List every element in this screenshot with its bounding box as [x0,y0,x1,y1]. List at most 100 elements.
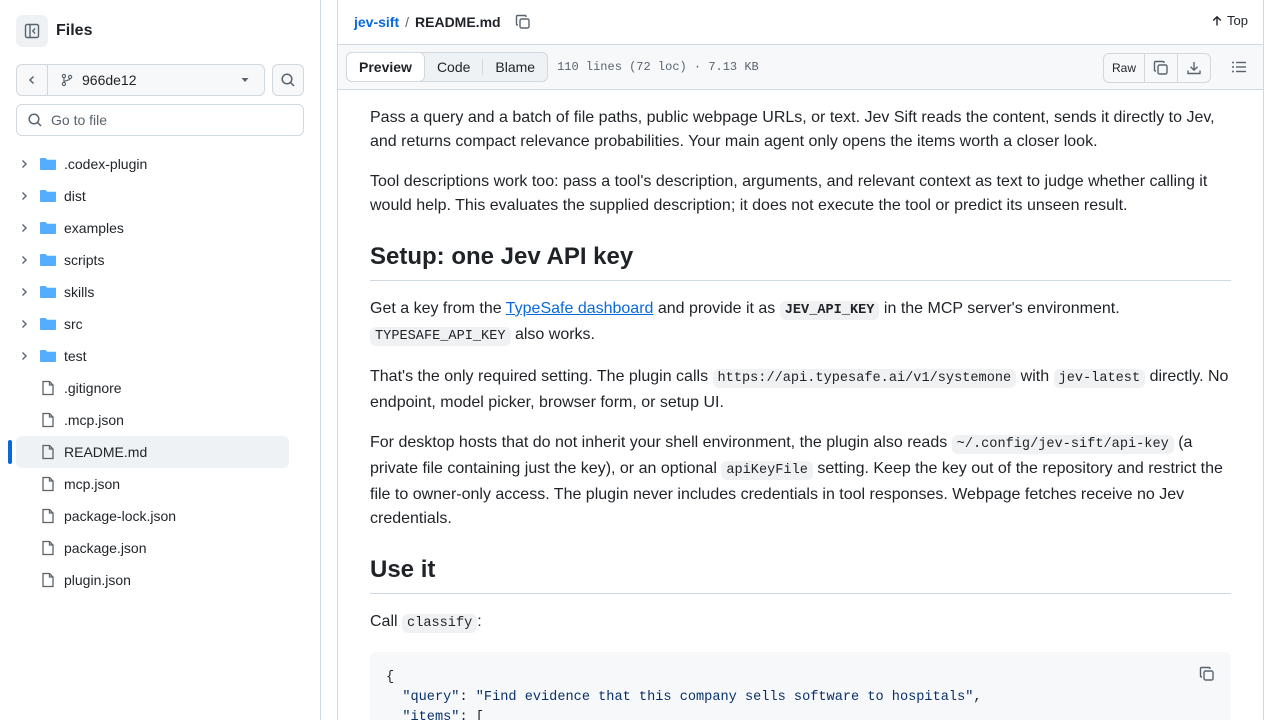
copy-icon [1153,60,1168,75]
tree-folder[interactable]: examples [16,212,289,244]
tab-code[interactable]: Code [425,53,482,81]
tab-blame[interactable]: Blame [483,53,547,81]
tree-folder[interactable]: src [16,308,289,340]
breadcrumb-separator: / [405,14,410,30]
back-button[interactable] [17,65,48,95]
tree-item-label: scripts [64,252,105,268]
tree-item-label: plugin.json [64,572,131,588]
inline-code: TYPESAFE_API_KEY [370,327,511,346]
paragraph: That's the only required setting. The pl… [370,365,1231,415]
paragraph: For desktop hosts that do not inherit yo… [370,431,1231,531]
markdown-body: Pass a query and a batch of file paths, … [337,90,1264,720]
branch-dropdown[interactable]: 966de12 [48,72,264,88]
breadcrumb-repo-link[interactable]: jev-sift [354,14,399,30]
sidebar-header: Files [16,15,92,47]
inline-code: jev-latest [1053,369,1146,388]
tree-item-label: package-lock.json [64,508,177,524]
top-link[interactable]: Top [1211,13,1248,28]
file-icon [38,380,58,396]
tree-file[interactable]: package.json [16,532,289,564]
tree-item-label: test [64,348,87,364]
tree-folder[interactable]: .codex-plugin [16,148,289,180]
inline-code: https://api.typesafe.ai/v1/systemone [712,369,1017,388]
text: in the MCP server's environment. [879,300,1120,317]
file-tree: .codex-plugin dist examples scripts skil… [8,148,289,596]
file-icon [38,572,58,588]
tree-file[interactable]: mcp.json [16,468,289,500]
inline-code: ~/.config/jev-sift/api-key [951,435,1174,454]
chevron-right-icon [16,191,32,201]
tree-item-label: .gitignore [64,380,122,396]
copy-code-button[interactable] [1199,666,1215,690]
breadcrumb: jev-sift / README.md Top [337,0,1264,44]
text: Get a key from the [370,300,506,317]
text: : [477,613,482,630]
text: and provide it as [653,300,780,317]
tree-folder[interactable]: scripts [16,244,289,276]
code-key: "items" [402,710,460,720]
raw-button[interactable]: Raw [1104,54,1145,82]
folder-icon [38,348,58,364]
paragraph: Call classify: [370,610,1231,636]
search-icon [28,113,42,127]
code-string: "Find evidence that this company sells s… [475,690,974,705]
folder-icon [38,220,58,236]
heading-setup: Setup: one Jev API key [370,242,1231,281]
tree-file-active[interactable]: README.md [8,436,289,468]
folder-icon [38,252,58,268]
file-icon [38,508,58,524]
tree-file[interactable]: package-lock.json [16,500,289,532]
file-icon [38,412,58,428]
typesafe-dashboard-link[interactable]: TypeSafe dashboard [506,300,654,317]
tree-item-label: skills [64,284,95,300]
collapse-sidebar-button[interactable] [16,15,48,47]
tree-file[interactable]: plugin.json [16,564,289,596]
inline-code: classify [402,614,478,633]
view-mode-tabs: Preview Code Blame [346,52,549,82]
list-unordered-icon [1232,61,1246,73]
file-view: jev-sift / README.md Top Preview Code Bl… [337,0,1264,720]
copy-raw-button[interactable] [1145,54,1178,82]
code-punct: : [ [459,710,484,720]
text: Call [370,613,403,630]
chevron-right-icon [16,319,32,329]
download-button[interactable] [1178,54,1210,82]
chevron-right-icon [16,287,32,297]
text: also works. [510,326,595,343]
file-icon [38,540,58,556]
branch-selector: 966de12 [16,64,265,96]
tab-preview[interactable]: Preview [346,52,425,82]
text: That's the only required setting. The pl… [370,368,713,385]
folder-icon [38,188,58,204]
sidebar-title: Files [56,22,93,39]
file-tree-sidebar: Files 966de12 .codex-plugin [0,0,321,720]
tree-file[interactable]: .gitignore [16,372,289,404]
search-button[interactable] [272,64,304,96]
tree-folder[interactable]: test [16,340,289,372]
file-meta: 110 lines (72 loc) · 7.13 KB [557,60,759,74]
code-line: { [386,670,395,685]
chevron-right-icon [16,159,32,169]
caret-down-icon [241,78,249,82]
file-icon [38,476,58,492]
tree-item-label: .codex-plugin [64,156,148,172]
tree-item-label: src [64,316,83,332]
text: with [1016,368,1054,385]
tree-item-label: .mcp.json [64,412,124,428]
copy-icon [1199,666,1214,681]
tree-folder[interactable]: skills [16,276,289,308]
search-icon [281,73,295,87]
top-link-label: Top [1227,13,1248,28]
file-header: Preview Code Blame 110 lines (72 loc) · … [337,44,1264,90]
tree-file[interactable]: .mcp.json [16,404,289,436]
code-block: { "query": "Find evidence that this comp… [370,652,1231,720]
breadcrumb-file: README.md [415,14,501,30]
branch-row: 966de12 [16,64,304,96]
tree-item-label: README.md [64,444,148,460]
chevron-right-icon [16,255,32,265]
outline-button[interactable] [1231,59,1247,80]
tree-folder[interactable]: dist [16,180,289,212]
go-to-file-input[interactable] [51,112,291,128]
copy-path-button[interactable] [515,14,531,30]
text: For desktop hosts that do not inherit yo… [370,434,952,451]
